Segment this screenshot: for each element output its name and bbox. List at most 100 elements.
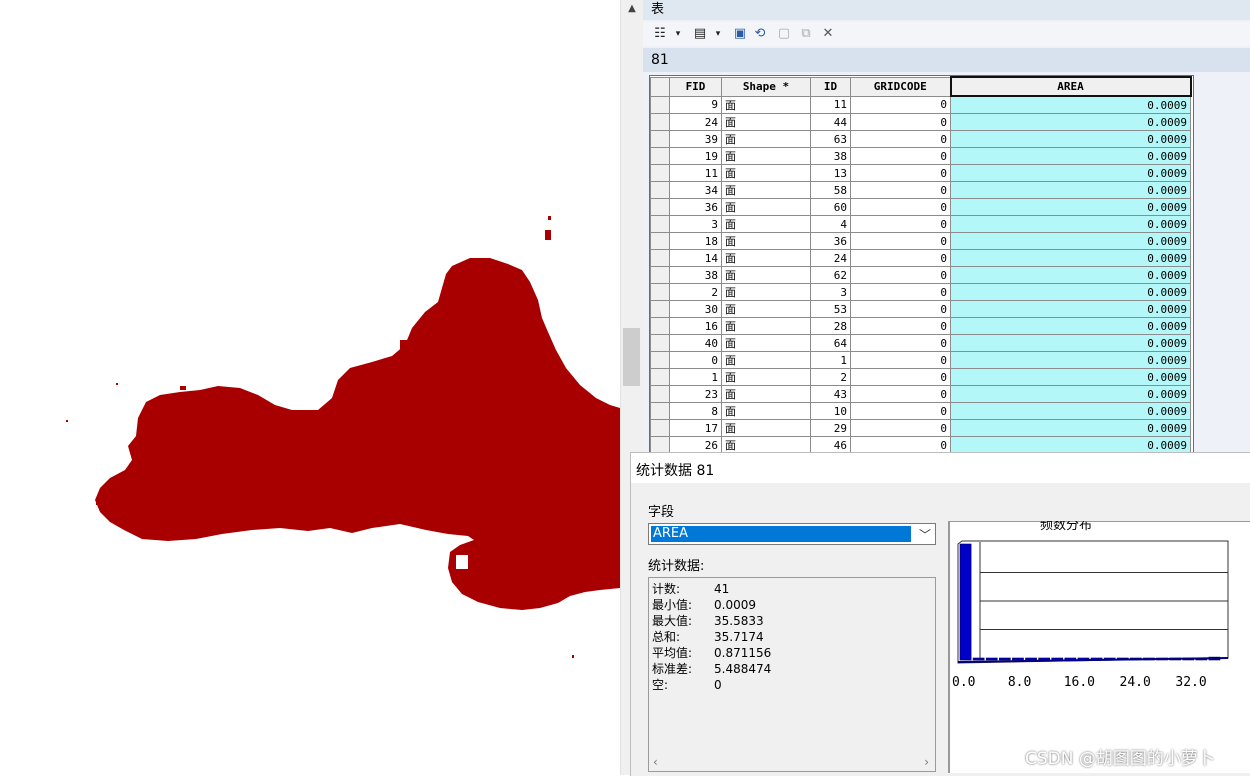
cell-id[interactable]: 11 [810,95,851,114]
cell-area[interactable]: 0.0009 [950,283,1191,301]
cell-gridcode[interactable]: 0 [850,368,951,386]
scrollbar-thumb[interactable] [623,328,640,386]
statistics-textbox[interactable]: 计数: 41 最小值: 0.0009 最大值: 35.5833 总和: 35.7174 平均值:… [648,577,936,772]
cell-id[interactable]: 64 [810,334,851,352]
table-row[interactable]: 38 面 62 0 0.0009 [650,266,1191,284]
cell-id[interactable]: 60 [810,198,851,216]
cell-gridcode[interactable]: 0 [850,419,951,437]
select-by-attributes-icon[interactable]: ▣ [731,25,749,43]
cell-area[interactable]: 0.0009 [950,334,1191,352]
table-row[interactable]: 16 面 28 0 0.0009 [650,317,1191,335]
cell-fid[interactable]: 8 [669,402,722,420]
row-selector[interactable] [650,181,670,199]
column-header-area[interactable]: AREA [949,76,1192,97]
cell-gridcode[interactable]: 0 [850,436,951,454]
cell-id[interactable]: 13 [810,164,851,182]
cell-shape[interactable]: 面 [721,351,811,369]
table-row[interactable]: 11 面 13 0 0.0009 [650,164,1191,182]
row-selector[interactable] [650,300,670,318]
row-selector[interactable] [650,317,670,335]
cell-area[interactable]: 0.0009 [950,95,1191,114]
cell-id[interactable]: 28 [810,317,851,335]
cell-fid[interactable]: 0 [669,351,722,369]
cell-area[interactable]: 0.0009 [950,266,1191,284]
clear-selection-icon[interactable]: ▢ [775,25,793,43]
cell-shape[interactable]: 面 [721,317,811,335]
cell-id[interactable]: 43 [810,385,851,403]
column-header-id[interactable]: ID [810,76,851,97]
table-row[interactable]: 30 面 53 0 0.0009 [650,300,1191,318]
cell-id[interactable]: 4 [810,215,851,233]
cell-area[interactable]: 0.0009 [950,130,1191,148]
table-row[interactable]: 17 面 29 0 0.0009 [650,419,1191,437]
cell-id[interactable]: 36 [810,232,851,250]
table-row[interactable]: 18 面 36 0 0.0009 [650,232,1191,250]
cell-gridcode[interactable]: 0 [850,351,951,369]
cell-shape[interactable]: 面 [721,385,811,403]
cell-gridcode[interactable]: 0 [850,164,951,182]
cell-gridcode[interactable]: 0 [850,181,951,199]
cell-fid[interactable]: 40 [669,334,722,352]
column-header-fid[interactable]: FID [669,76,722,97]
cell-id[interactable]: 53 [810,300,851,318]
cell-gridcode[interactable]: 0 [850,249,951,267]
cell-fid[interactable]: 26 [669,436,722,454]
related-tables-icon[interactable]: ▤ [691,25,709,43]
cell-fid[interactable]: 23 [669,385,722,403]
cell-gridcode[interactable]: 0 [850,113,951,131]
cell-shape[interactable]: 面 [721,113,811,131]
cell-gridcode[interactable]: 0 [850,95,951,114]
cell-area[interactable]: 0.0009 [950,164,1191,182]
cell-gridcode[interactable]: 0 [850,147,951,165]
cell-fid[interactable]: 14 [669,249,722,267]
cell-area[interactable]: 0.0009 [950,215,1191,233]
row-selector[interactable] [650,249,670,267]
row-selector[interactable] [650,436,670,454]
layer-tab[interactable]: 81 [643,48,1250,72]
cell-id[interactable]: 44 [810,113,851,131]
cell-fid[interactable]: 36 [669,198,722,216]
chevron-down-icon[interactable]: ﹀ [919,526,931,543]
cell-gridcode[interactable]: 0 [850,334,951,352]
cell-fid[interactable]: 39 [669,130,722,148]
cell-id[interactable]: 10 [810,402,851,420]
cell-shape[interactable]: 面 [721,334,811,352]
cell-shape[interactable]: 面 [721,147,811,165]
cell-gridcode[interactable]: 0 [850,266,951,284]
cell-fid[interactable]: 9 [669,95,722,114]
row-selector[interactable] [650,130,670,148]
scroll-left-icon[interactable]: ‹ [653,755,658,769]
cell-shape[interactable]: 面 [721,215,811,233]
cell-shape[interactable]: 面 [721,368,811,386]
cell-fid[interactable]: 16 [669,317,722,335]
cell-id[interactable]: 58 [810,181,851,199]
cell-area[interactable]: 0.0009 [950,317,1191,335]
column-header-gridcode[interactable]: GRIDCODE [850,76,951,97]
cell-gridcode[interactable]: 0 [850,198,951,216]
table-row[interactable]: 19 面 38 0 0.0009 [650,147,1191,165]
cell-id[interactable]: 1 [810,351,851,369]
row-selector[interactable] [650,385,670,403]
cell-shape[interactable]: 面 [721,436,811,454]
cell-id[interactable]: 29 [810,419,851,437]
cell-gridcode[interactable]: 0 [850,283,951,301]
switch-selection-icon[interactable]: ⟲ [751,25,769,43]
table-row[interactable]: 36 面 60 0 0.0009 [650,198,1191,216]
cell-area[interactable]: 0.0009 [950,402,1191,420]
table-row[interactable]: 1 面 2 0 0.0009 [650,368,1191,386]
cell-shape[interactable]: 面 [721,181,811,199]
cell-id[interactable]: 3 [810,283,851,301]
cell-shape[interactable]: 面 [721,130,811,148]
table-options-icon[interactable]: ☷ [651,25,669,43]
row-selector[interactable] [650,402,670,420]
cell-gridcode[interactable]: 0 [850,232,951,250]
close-icon[interactable]: ✕ [819,25,837,43]
table-row[interactable]: 14 面 24 0 0.0009 [650,249,1191,267]
chevron-down-icon[interactable]: ▾ [669,25,687,43]
cell-gridcode[interactable]: 0 [850,385,951,403]
cell-id[interactable]: 46 [810,436,851,454]
row-selector[interactable] [650,232,670,250]
table-row[interactable]: 0 面 1 0 0.0009 [650,351,1191,369]
cell-shape[interactable]: 面 [721,249,811,267]
cell-fid[interactable]: 38 [669,266,722,284]
